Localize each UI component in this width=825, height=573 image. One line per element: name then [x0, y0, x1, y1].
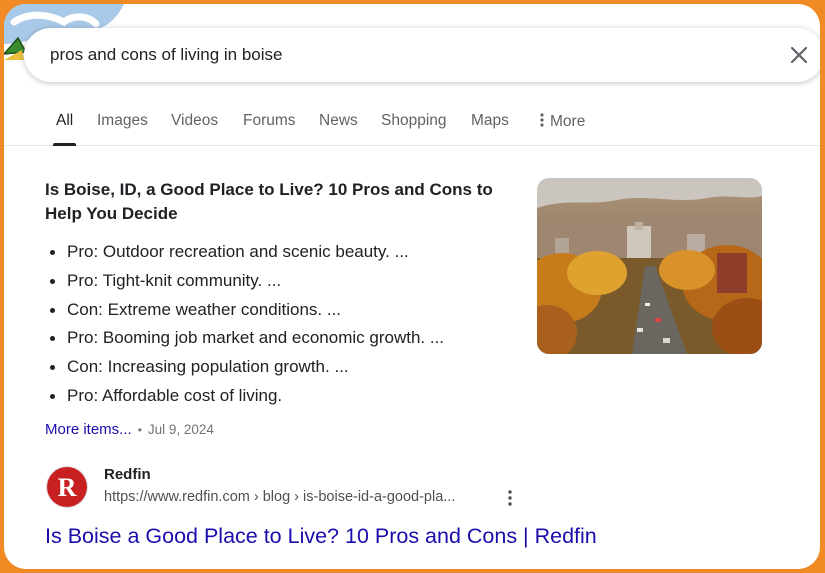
city-street-image: [537, 178, 762, 354]
boise-city-thumbnail[interactable]: [537, 178, 762, 354]
search-bar[interactable]: pros and cons of living in boise: [24, 28, 820, 82]
svg-text:R: R: [58, 473, 77, 502]
result-title-link[interactable]: Is Boise a Good Place to Live? 10 Pros a…: [45, 524, 597, 549]
result-site-name[interactable]: Redfin: [104, 466, 151, 483]
search-results-card: pros and cons of living in boise All Ima…: [4, 4, 820, 569]
result-url[interactable]: https://www.redfin.com › blog › is-boise…: [104, 489, 455, 505]
search-tabs: All Images Videos Forums News Shopping M…: [4, 104, 820, 146]
list-item: Pro: Outdoor recreation and scenic beaut…: [45, 238, 515, 267]
list-item: Con: Increasing population growth. ...: [45, 353, 515, 382]
separator-dot: •: [137, 422, 142, 437]
more-vert-icon: [508, 490, 512, 506]
list-item: Pro: Tight-knit community. ...: [45, 267, 515, 296]
tab-more[interactable]: More: [540, 112, 585, 146]
snippet-date: Jul 9, 2024: [147, 422, 214, 437]
more-vert-icon: [540, 113, 544, 127]
list-item: Con: Extreme weather conditions. ...: [45, 296, 515, 325]
tab-forums[interactable]: Forums: [243, 112, 296, 146]
tab-more-label: More: [550, 113, 586, 130]
tab-all[interactable]: All: [52, 112, 77, 146]
close-icon: [790, 46, 808, 64]
tab-maps[interactable]: Maps: [471, 112, 509, 146]
search-input[interactable]: pros and cons of living in boise: [50, 45, 282, 65]
tab-news[interactable]: News: [319, 112, 358, 146]
tab-images[interactable]: Images: [97, 112, 148, 146]
result-options-button[interactable]: [503, 487, 517, 509]
more-items-link[interactable]: More items...: [45, 421, 132, 438]
list-item: Pro: Booming job market and economic gro…: [45, 324, 515, 353]
tab-videos[interactable]: Videos: [171, 112, 218, 146]
snippet-meta: More items... • Jul 9, 2024: [45, 421, 214, 438]
featured-snippet-title: Is Boise, ID, a Good Place to Live? 10 P…: [45, 180, 493, 223]
featured-snippet-list: Pro: Outdoor recreation and scenic beaut…: [45, 238, 515, 411]
list-item: Pro: Affordable cost of living.: [45, 382, 515, 411]
clear-search-button[interactable]: [786, 42, 812, 68]
redfin-logo-icon: R: [47, 467, 87, 507]
redfin-favicon[interactable]: R: [46, 466, 88, 508]
tab-shopping[interactable]: Shopping: [381, 112, 447, 146]
